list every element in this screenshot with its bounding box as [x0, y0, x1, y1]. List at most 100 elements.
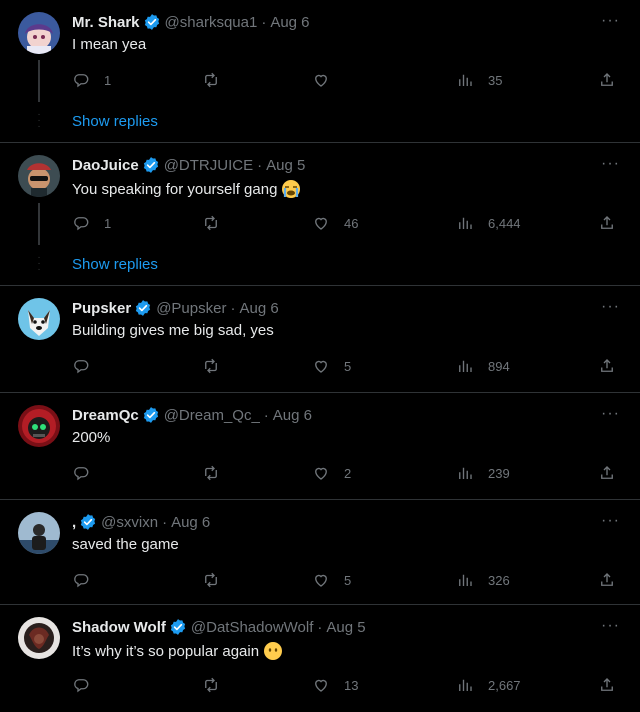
reply-button[interactable] [72, 568, 90, 592]
like-button[interactable]: 2 [312, 461, 351, 485]
display-name[interactable]: , [72, 514, 76, 531]
views-button[interactable]: 326 [456, 568, 510, 592]
share-button[interactable] [598, 211, 616, 235]
reply-post[interactable]: DreamQc @Dream_Qc_ · Aug 6 ··· 200% 2 239 [0, 393, 640, 499]
user-handle[interactable]: @sxvixn [101, 514, 158, 531]
post-header: Shadow Wolf @DatShadowWolf · Aug 5 [72, 617, 366, 637]
post-date[interactable]: Aug 6 [270, 14, 309, 31]
avatar[interactable] [18, 512, 60, 554]
retweet-button[interactable] [202, 211, 220, 235]
reply-button[interactable] [72, 461, 90, 485]
reply-post[interactable]: · · · Mr. Shark @sharksqua1 · Aug 6 ··· I mean y… [0, 0, 640, 142]
reply-button[interactable] [72, 354, 90, 378]
user-handle[interactable]: @Dream_Qc_ [164, 407, 260, 424]
post-date[interactable]: Aug 6 [239, 300, 278, 317]
avatar[interactable] [18, 405, 60, 447]
display-name[interactable]: DreamQc [72, 407, 139, 424]
post-date[interactable]: Aug 6 [273, 407, 312, 424]
post-header: DaoJuice @DTRJUICE · Aug 5 [72, 155, 305, 175]
show-replies-link[interactable]: Show replies [72, 256, 158, 273]
reply-button[interactable] [72, 673, 90, 697]
user-handle[interactable]: @sharksqua1 [165, 14, 258, 31]
views-button[interactable]: 239 [456, 461, 510, 485]
views-icon [456, 214, 474, 232]
display-name[interactable]: DaoJuice [72, 157, 139, 174]
views-button[interactable]: 2,667 [456, 673, 521, 697]
views-count: 239 [488, 465, 510, 481]
reply-icon [72, 214, 90, 232]
separator: · [261, 13, 267, 31]
user-handle[interactable]: @DTRJUICE [164, 157, 253, 174]
likes-count: 2 [344, 465, 352, 481]
thread-dots: · · · [37, 109, 41, 132]
views-button[interactable]: 35 [456, 68, 502, 92]
more-options-icon[interactable]: ··· [601, 298, 620, 316]
avatar[interactable] [18, 298, 60, 340]
reply-icon [72, 71, 90, 89]
post-header: DreamQc @Dream_Qc_ · Aug 6 [72, 405, 312, 425]
share-icon [598, 676, 616, 694]
user-handle[interactable]: @DatShadowWolf [191, 619, 314, 636]
replies-count: 1 [104, 72, 112, 88]
retweet-button[interactable] [202, 354, 220, 378]
share-button[interactable] [598, 461, 616, 485]
share-button[interactable] [598, 68, 616, 92]
verified-badge-icon [143, 13, 161, 31]
more-options-icon[interactable]: ··· [601, 617, 620, 635]
display-name[interactable]: Shadow Wolf [72, 619, 166, 636]
share-button[interactable] [598, 354, 616, 378]
verified-badge-icon [142, 406, 160, 424]
views-icon [456, 464, 474, 482]
like-button[interactable]: 46 [312, 211, 358, 235]
avatar[interactable] [18, 155, 60, 197]
reply-icon [72, 571, 90, 589]
no-mouth-face-emoji-icon [263, 641, 283, 661]
reply-button[interactable]: 1 [72, 211, 111, 235]
share-button[interactable] [598, 673, 616, 697]
more-options-icon[interactable]: ··· [601, 512, 620, 530]
heart-icon [312, 676, 330, 694]
heart-icon [312, 571, 330, 589]
reply-post[interactable]: Shadow Wolf @DatShadowWolf · Aug 5 ··· It’s w… [0, 605, 640, 712]
retweet-button[interactable] [202, 68, 220, 92]
verified-badge-icon [134, 299, 152, 317]
like-button[interactable] [312, 68, 330, 92]
avatar[interactable] [18, 12, 60, 54]
avatar[interactable] [18, 617, 60, 659]
retweet-button[interactable] [202, 461, 220, 485]
thread-line [38, 203, 40, 245]
like-button[interactable]: 5 [312, 568, 351, 592]
post-date[interactable]: Aug 5 [266, 157, 305, 174]
display-name[interactable]: Pupsker [72, 300, 131, 317]
reply-post[interactable]: , @sxvixn · Aug 6 ··· saved the game 5 326 [0, 500, 640, 604]
post-date[interactable]: Aug 6 [171, 514, 210, 531]
retweet-button[interactable] [202, 673, 220, 697]
views-button[interactable]: 894 [456, 354, 510, 378]
crying-face-emoji-icon [281, 179, 301, 199]
more-options-icon[interactable]: ··· [601, 155, 620, 173]
views-count: 326 [488, 572, 510, 588]
more-options-icon[interactable]: ··· [601, 12, 620, 30]
views-button[interactable]: 6,444 [456, 211, 521, 235]
post-text-row: You speaking for yourself gang [72, 179, 301, 199]
more-options-icon[interactable]: ··· [601, 405, 620, 423]
reply-icon [72, 676, 90, 694]
reply-post[interactable]: Pupsker @Pupsker · Aug 6 ··· Building gives m… [0, 286, 640, 392]
reply-post[interactable]: · · · DaoJuice @DTRJUICE · Aug 5 ··· You speakin… [0, 143, 640, 285]
display-name[interactable]: Mr. Shark [72, 14, 140, 31]
post-date[interactable]: Aug 5 [326, 619, 365, 636]
likes-count: 5 [344, 572, 352, 588]
action-bar: 1 46 6,444 [72, 211, 620, 235]
like-button[interactable]: 13 [312, 673, 358, 697]
like-button[interactable]: 5 [312, 354, 351, 378]
replies-count: 1 [104, 215, 112, 231]
action-bar: 5 894 [72, 354, 620, 378]
share-button[interactable] [598, 568, 616, 592]
retweet-button[interactable] [202, 568, 220, 592]
views-count: 6,444 [488, 215, 521, 231]
show-replies-link[interactable]: Show replies [72, 113, 158, 130]
likes-count: 46 [344, 215, 359, 231]
heart-icon [312, 357, 330, 375]
user-handle[interactable]: @Pupsker [156, 300, 226, 317]
reply-button[interactable]: 1 [72, 68, 111, 92]
